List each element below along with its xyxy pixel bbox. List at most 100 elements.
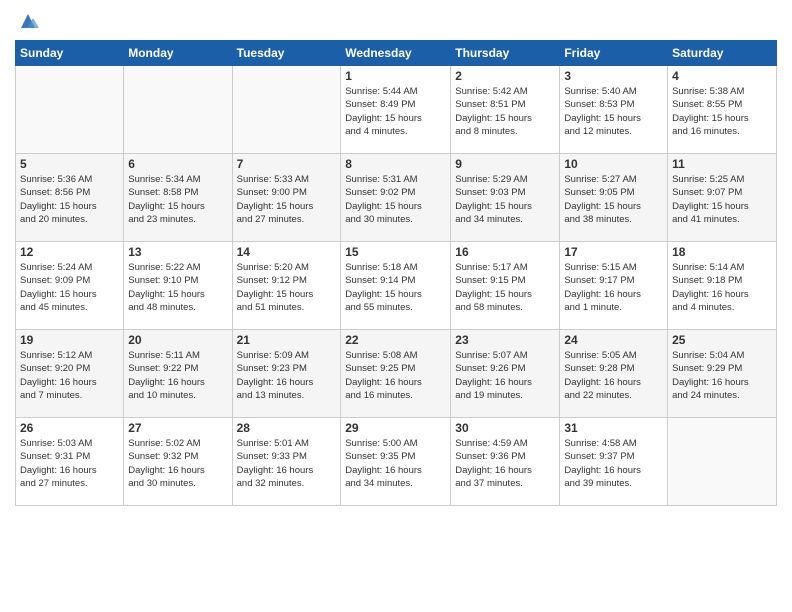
cell-line: Sunrise: 5:03 AM	[20, 438, 92, 449]
cell-content: Sunrise: 5:15 AMSunset: 9:17 PMDaylight:…	[564, 261, 663, 314]
cell-line: and 20 minutes.	[20, 214, 88, 225]
cell-line: Daylight: 16 hours	[564, 289, 641, 300]
cell-line: and 16 minutes.	[345, 390, 413, 401]
cell-line: Daylight: 15 hours	[455, 113, 532, 124]
calendar-cell: 19Sunrise: 5:12 AMSunset: 9:20 PMDayligh…	[16, 330, 124, 418]
calendar-cell: 11Sunrise: 5:25 AMSunset: 9:07 PMDayligh…	[668, 154, 777, 242]
cell-line: and 8 minutes.	[455, 126, 517, 137]
cell-content: Sunrise: 5:01 AM Sunset: 9:33 PM Daylight:…	[237, 437, 337, 490]
cell-line: Daylight: 15 hours	[455, 289, 532, 300]
day-number: 11	[672, 157, 772, 171]
calendar-week-row: 5 Sunrise: 5:36 AM Sunset: 8:56 PM Daylight…	[16, 154, 777, 242]
cell-line: Sunset: 8:56 PM	[20, 187, 90, 198]
cell-line: Daylight: 15 hours	[345, 113, 422, 124]
cell-content: Sunrise: 5:12 AMSunset: 9:20 PMDaylight:…	[20, 349, 119, 402]
cell-content: Sunrise: 5:29 AMSunset: 9:03 PMDaylight:…	[455, 173, 555, 226]
calendar-table: SundayMondayTuesdayWednesdayThursdayFrid…	[15, 40, 777, 506]
day-number: 7	[237, 157, 337, 171]
cell-line: Sunset: 9:02 PM	[345, 187, 415, 198]
cell-line: Sunset: 9:14 PM	[345, 275, 415, 286]
cell-content: Sunrise: 5:18 AMSunset: 9:14 PMDaylight:…	[345, 261, 446, 314]
weekday-header: Wednesday	[341, 41, 451, 66]
cell-line: Sunrise: 5:22 AM	[128, 262, 200, 273]
cell-line: Sunrise: 5:27 AM	[564, 174, 636, 185]
day-number: 28	[237, 421, 337, 435]
weekday-header: Friday	[560, 41, 668, 66]
calendar-cell: 17Sunrise: 5:15 AMSunset: 9:17 PMDayligh…	[560, 242, 668, 330]
cell-line: Sunset: 9:15 PM	[455, 275, 525, 286]
cell-line: Sunrise: 5:29 AM	[455, 174, 527, 185]
calendar-cell	[16, 66, 124, 154]
cell-line: and 27 minutes.	[237, 214, 305, 225]
cell-content: Sunrise: 5:04 AMSunset: 9:29 PMDaylight:…	[672, 349, 772, 402]
cell-line: Daylight: 15 hours	[345, 289, 422, 300]
logo-icon	[17, 10, 39, 32]
calendar-cell: 10Sunrise: 5:27 AMSunset: 9:05 PMDayligh…	[560, 154, 668, 242]
day-number: 31	[564, 421, 663, 435]
cell-line: and 24 minutes.	[672, 390, 740, 401]
weekday-header: Saturday	[668, 41, 777, 66]
cell-line: Sunset: 9:17 PM	[564, 275, 634, 286]
calendar-cell: 14Sunrise: 5:20 AMSunset: 9:12 PMDayligh…	[232, 242, 341, 330]
cell-line: Sunrise: 5:44 AM	[345, 86, 417, 97]
cell-line: Sunset: 9:10 PM	[128, 275, 198, 286]
cell-line: Sunrise: 5:09 AM	[237, 350, 309, 361]
cell-line: Sunrise: 5:38 AM	[672, 86, 744, 97]
cell-line: Sunrise: 5:08 AM	[345, 350, 417, 361]
calendar-cell: 25Sunrise: 5:04 AMSunset: 9:29 PMDayligh…	[668, 330, 777, 418]
cell-line: Daylight: 15 hours	[20, 201, 97, 212]
calendar-cell: 1Sunrise: 5:44 AMSunset: 8:49 PMDaylight…	[341, 66, 451, 154]
cell-line: Sunrise: 5:24 AM	[20, 262, 92, 273]
cell-line: and 30 minutes.	[345, 214, 413, 225]
day-number: 24	[564, 333, 663, 347]
day-number: 30	[455, 421, 555, 435]
cell-line: Sunset: 9:20 PM	[20, 363, 90, 374]
cell-content: Sunrise: 5:03 AMSunset: 9:31 PMDaylight:…	[20, 437, 119, 490]
calendar-cell: 24Sunrise: 5:05 AMSunset: 9:28 PMDayligh…	[560, 330, 668, 418]
calendar-cell: 31Sunrise: 4:58 AMSunset: 9:37 PMDayligh…	[560, 418, 668, 506]
cell-line: Sunset: 9:22 PM	[128, 363, 198, 374]
cell-line: Sunset: 9:18 PM	[672, 275, 742, 286]
day-number: 1	[345, 69, 446, 83]
cell-content: Sunrise: 5:14 AMSunset: 9:18 PMDaylight:…	[672, 261, 772, 314]
weekday-header: Monday	[124, 41, 232, 66]
calendar-cell: 8Sunrise: 5:31 AMSunset: 9:02 PMDaylight…	[341, 154, 451, 242]
cell-line: and 23 minutes.	[128, 214, 196, 225]
calendar-week-row: 19Sunrise: 5:12 AMSunset: 9:20 PMDayligh…	[16, 330, 777, 418]
cell-line: Sunrise: 5:25 AM	[672, 174, 744, 185]
cell-line: Sunset: 9:33 PM	[237, 451, 307, 462]
calendar-cell: 12Sunrise: 5:24 AMSunset: 9:09 PMDayligh…	[16, 242, 124, 330]
calendar-cell: 4Sunrise: 5:38 AMSunset: 8:55 PMDaylight…	[668, 66, 777, 154]
calendar-cell: 26Sunrise: 5:03 AMSunset: 9:31 PMDayligh…	[16, 418, 124, 506]
cell-line: Sunrise: 5:40 AM	[564, 86, 636, 97]
cell-line: Sunrise: 5:36 AM	[20, 174, 92, 185]
cell-line: Daylight: 16 hours	[672, 289, 749, 300]
cell-line: Daylight: 15 hours	[128, 289, 205, 300]
cell-line: Sunset: 9:00 PM	[237, 187, 307, 198]
cell-line: and 48 minutes.	[128, 302, 196, 313]
cell-line: Sunset: 9:31 PM	[20, 451, 90, 462]
day-number: 5	[20, 157, 119, 171]
cell-line: Daylight: 16 hours	[345, 377, 422, 388]
cell-content: Sunrise: 5:38 AMSunset: 8:55 PMDaylight:…	[672, 85, 772, 138]
cell-line: Sunrise: 5:01 AM	[237, 438, 309, 449]
cell-line: Daylight: 16 hours	[672, 377, 749, 388]
cell-line: Sunrise: 5:17 AM	[455, 262, 527, 273]
cell-line: Daylight: 16 hours	[237, 377, 314, 388]
calendar-cell: 29Sunrise: 5:00 AMSunset: 9:35 PMDayligh…	[341, 418, 451, 506]
cell-line: and 10 minutes.	[128, 390, 196, 401]
cell-line: Daylight: 16 hours	[237, 465, 314, 476]
cell-line: and 34 minutes.	[345, 478, 413, 489]
cell-line: Sunrise: 4:59 AM	[455, 438, 527, 449]
cell-content: Sunrise: 5:34 AMSunset: 8:58 PMDaylight:…	[128, 173, 227, 226]
cell-line: Sunrise: 5:11 AM	[128, 350, 200, 361]
day-number: 13	[128, 245, 227, 259]
calendar-cell	[232, 66, 341, 154]
calendar-cell: 9Sunrise: 5:29 AMSunset: 9:03 PMDaylight…	[451, 154, 560, 242]
cell-line: and 13 minutes.	[237, 390, 305, 401]
cell-content: Sunrise: 4:59 AMSunset: 9:36 PMDaylight:…	[455, 437, 555, 490]
weekday-header: Tuesday	[232, 41, 341, 66]
cell-line: and 4 minutes.	[345, 126, 407, 137]
day-number: 12	[20, 245, 119, 259]
calendar-cell: 27Sunrise: 5:02 AMSunset: 9:32 PMDayligh…	[124, 418, 232, 506]
